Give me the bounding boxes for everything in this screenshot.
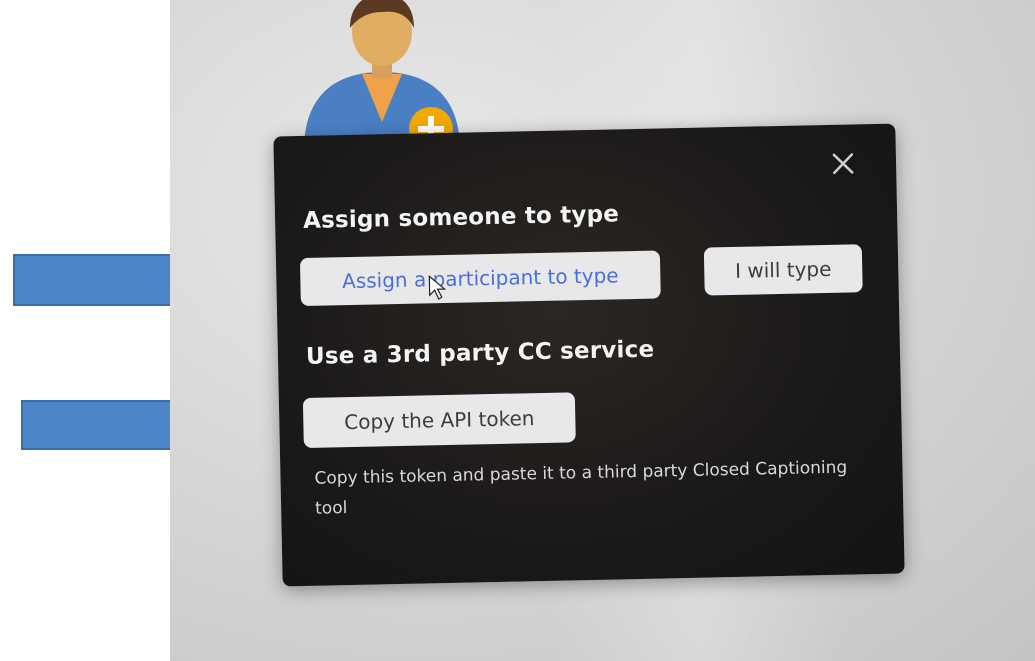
third-party-cc-heading: Use a 3rd party CC service: [305, 336, 655, 370]
closed-caption-dialog: Assign someone to type Assign a particip…: [273, 123, 905, 587]
copy-api-token-button[interactable]: Copy the API token: [302, 392, 576, 448]
mouse-cursor-icon: [428, 275, 447, 301]
i-will-type-button[interactable]: I will type: [703, 244, 863, 296]
assign-section-heading: Assign someone to type: [302, 201, 620, 234]
assign-participant-button[interactable]: Assign a participant to type: [299, 250, 661, 307]
screenshot-stage: Assign someone to type Assign a particip…: [0, 0, 1035, 661]
api-token-helper-text: Copy this token and paste it to a third …: [314, 457, 848, 519]
close-icon[interactable]: [828, 148, 859, 179]
